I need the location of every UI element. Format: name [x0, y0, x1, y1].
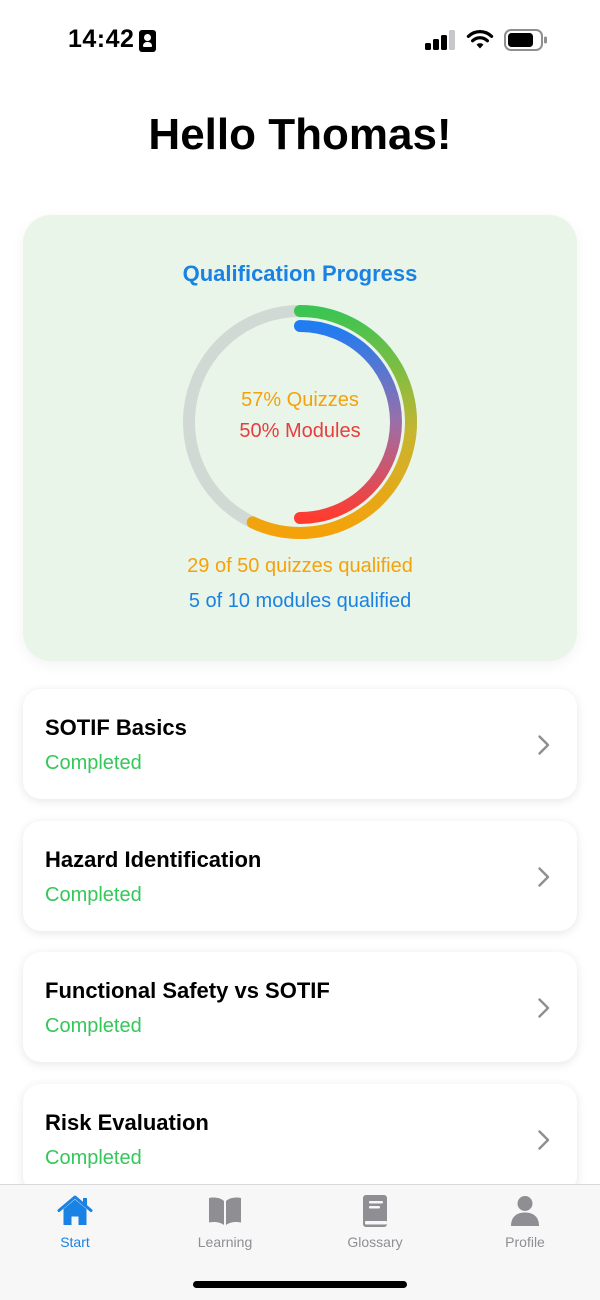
tab-glossary[interactable]: Glossary: [300, 1185, 450, 1255]
book-closed-icon: [363, 1195, 387, 1227]
module-card-sotif-basics[interactable]: SOTIF Basics Completed: [23, 689, 577, 799]
tab-profile[interactable]: Profile: [450, 1185, 600, 1255]
module-status: Completed: [45, 752, 142, 774]
chevron-right-icon: [538, 998, 550, 1018]
module-card-hazard-identification[interactable]: Hazard Identification Completed: [23, 821, 577, 931]
tab-start[interactable]: Start: [0, 1185, 150, 1255]
status-bar: 14:42: [0, 0, 600, 80]
home-indicator: [193, 1281, 407, 1288]
module-percent-label: 50% Modules: [239, 420, 361, 442]
tab-label: Glossary: [347, 1234, 403, 1250]
module-title: SOTIF Basics: [45, 715, 187, 740]
greeting-title: Hello Thomas!: [148, 110, 452, 159]
module-status: Completed: [45, 884, 142, 906]
chevron-right-icon: [538, 735, 550, 755]
book-open-icon: [209, 1197, 241, 1225]
module-title: Hazard Identification: [45, 847, 262, 872]
contact-card-icon: [139, 30, 156, 52]
module-card-risk-evaluation[interactable]: Risk Evaluation Completed: [23, 1084, 577, 1194]
module-status: Completed: [45, 1015, 142, 1037]
person-icon: [511, 1196, 539, 1226]
qualification-progress-card: Qualification Progress 57% Quizzes 50% M…: [23, 215, 577, 661]
quizzes-summary: 29 of 50 quizzes qualified: [187, 555, 413, 577]
ring-labels: 57% Quizzes 50% Modules: [182, 389, 418, 443]
status-time: 14:42: [68, 25, 135, 53]
quiz-percent-label: 57% Quizzes: [241, 389, 359, 411]
module-title: Risk Evaluation: [45, 1110, 209, 1135]
house-icon: [57, 1195, 93, 1225]
tab-learning[interactable]: Learning: [150, 1185, 300, 1255]
module-title: Functional Safety vs SOTIF: [45, 978, 330, 1003]
modules-summary: 5 of 10 modules qualified: [188, 590, 412, 612]
tab-label: Learning: [197, 1234, 253, 1250]
battery-icon: [504, 29, 547, 51]
chevron-right-icon: [538, 1130, 550, 1150]
tab-label: Start: [60, 1234, 90, 1250]
progress-title: Qualification Progress: [182, 261, 418, 286]
module-status: Completed: [45, 1147, 142, 1169]
chevron-right-icon: [538, 867, 550, 887]
cellular-signal-icon: [425, 30, 457, 50]
wifi-icon: [466, 30, 494, 49]
module-card-functional-safety-vs-sotif[interactable]: Functional Safety vs SOTIF Completed: [23, 952, 577, 1062]
tab-label: Profile: [505, 1234, 545, 1250]
